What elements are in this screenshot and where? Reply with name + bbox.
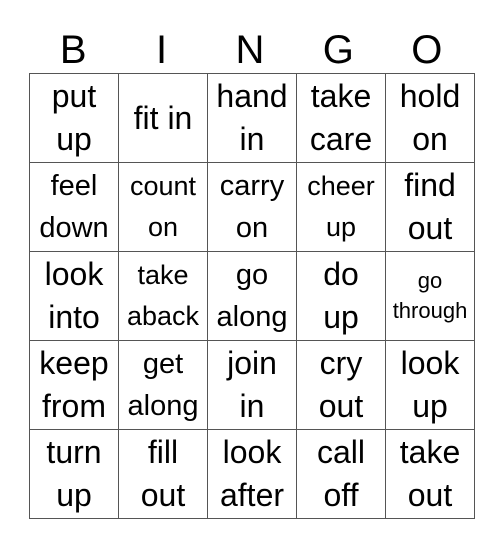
cell-text-line: take xyxy=(310,78,372,114)
bingo-header: B I N G O xyxy=(29,28,471,72)
bingo-row: keep from get along join in cry out look up xyxy=(29,340,475,430)
bingo-row: feel down count on carry on cheer up find out xyxy=(29,162,475,252)
cell-text-line: keep xyxy=(39,345,109,381)
bingo-cell[interactable]: cheer up xyxy=(296,162,386,252)
cell-text-line: on xyxy=(235,212,269,244)
bingo-cell[interactable]: carry on xyxy=(207,162,297,252)
bingo-cell[interactable]: hand in xyxy=(207,73,297,163)
cell-text-line: care xyxy=(309,121,373,157)
cell-text-line: take xyxy=(399,434,461,470)
cell-text-line: cry xyxy=(319,345,363,381)
cell-text-line: go xyxy=(417,268,443,293)
cell-text-line: along xyxy=(127,390,199,422)
cell-text-line: do xyxy=(323,256,359,292)
bingo-cell[interactable]: hold on xyxy=(385,73,475,163)
bingo-cell[interactable]: look into xyxy=(29,251,119,341)
cell-text-line: take xyxy=(137,260,189,290)
cell-text-line: out xyxy=(318,388,364,424)
cell-text-line: down xyxy=(39,212,109,244)
cell-text-line: look xyxy=(44,256,104,292)
bingo-cell[interactable]: take care xyxy=(296,73,386,163)
bingo-cell[interactable]: look up xyxy=(385,340,475,430)
cell-text-line: hold xyxy=(399,78,461,114)
cell-text-line: hand xyxy=(216,78,288,114)
bingo-cell[interactable]: feel down xyxy=(29,162,119,252)
cell-text-line: find xyxy=(404,167,456,203)
bingo-cell[interactable]: join in xyxy=(207,340,297,430)
cell-text-line: up xyxy=(56,121,92,157)
header-letter-g: G xyxy=(322,28,354,72)
cell-text-line: through xyxy=(392,298,468,323)
cell-text-line: up xyxy=(325,212,357,242)
cell-text-line: join xyxy=(227,345,277,381)
bingo-card-grid: put up fit in hand in take care hold on feel down c… xyxy=(29,73,475,519)
bingo-row: turn up fill out look after call off take out xyxy=(29,429,475,519)
cell-text-line: out xyxy=(407,477,453,513)
cell-text-line: from xyxy=(42,388,106,424)
header-letter-b: B xyxy=(59,28,87,72)
cell-text-line: up xyxy=(323,299,359,335)
cell-text-line: in xyxy=(239,121,265,157)
cell-text-line: look xyxy=(400,345,460,381)
cell-text-line: along xyxy=(216,301,288,333)
cell-text-line: into xyxy=(48,299,100,335)
cell-text-line: in xyxy=(239,388,265,424)
header-letter-o: O xyxy=(411,28,443,72)
bingo-cell[interactable]: call off xyxy=(296,429,386,519)
cell-text-line: off xyxy=(323,477,359,513)
cell-text-line: feel xyxy=(50,170,98,202)
bingo-cell[interactable]: do up xyxy=(296,251,386,341)
cell-text-line: go xyxy=(235,259,269,291)
bingo-row: look into take aback go along do up go through xyxy=(29,251,475,341)
header-letter-i: I xyxy=(156,28,168,72)
cell-text-line: fit in xyxy=(133,99,193,136)
cell-text-line: turn xyxy=(46,434,102,470)
bingo-cell[interactable]: turn up xyxy=(29,429,119,519)
cell-text-line: aback xyxy=(126,301,200,331)
cell-text-line: put xyxy=(51,78,97,114)
cell-text-line: carry xyxy=(219,170,285,202)
bingo-cell[interactable]: keep from xyxy=(29,340,119,430)
bingo-cell[interactable]: take out xyxy=(385,429,475,519)
bingo-cell[interactable]: put up xyxy=(29,73,119,163)
cell-text-line: up xyxy=(412,388,448,424)
bingo-cell[interactable]: find out xyxy=(385,162,475,252)
cell-text-line: call xyxy=(316,434,365,470)
bingo-cell[interactable]: take aback xyxy=(118,251,208,341)
cell-text-line: out xyxy=(140,477,186,513)
cell-text-line: after xyxy=(219,477,285,513)
header-letter-n: N xyxy=(235,28,265,72)
cell-text-line: up xyxy=(56,477,92,513)
bingo-cell[interactable]: fill out xyxy=(118,429,208,519)
bingo-cell[interactable]: fit in xyxy=(118,73,208,163)
bingo-row: put up fit in hand in take care hold on xyxy=(29,73,475,163)
cell-text-line: get xyxy=(142,348,184,380)
bingo-cell[interactable]: go through xyxy=(385,251,475,341)
bingo-cell[interactable]: count on xyxy=(118,162,208,252)
bingo-cell[interactable]: look after xyxy=(207,429,297,519)
cell-text-line: on xyxy=(412,121,448,157)
bingo-cell[interactable]: get along xyxy=(118,340,208,430)
cell-text-line: count xyxy=(129,171,197,201)
cell-text-line: fill xyxy=(147,434,179,470)
bingo-cell[interactable]: cry out xyxy=(296,340,386,430)
cell-text-line: on xyxy=(147,212,179,242)
cell-text-line: cheer xyxy=(307,171,375,201)
cell-text-line: out xyxy=(407,210,453,246)
bingo-cell[interactable]: go along xyxy=(207,251,297,341)
cell-text-line: look xyxy=(222,434,282,470)
